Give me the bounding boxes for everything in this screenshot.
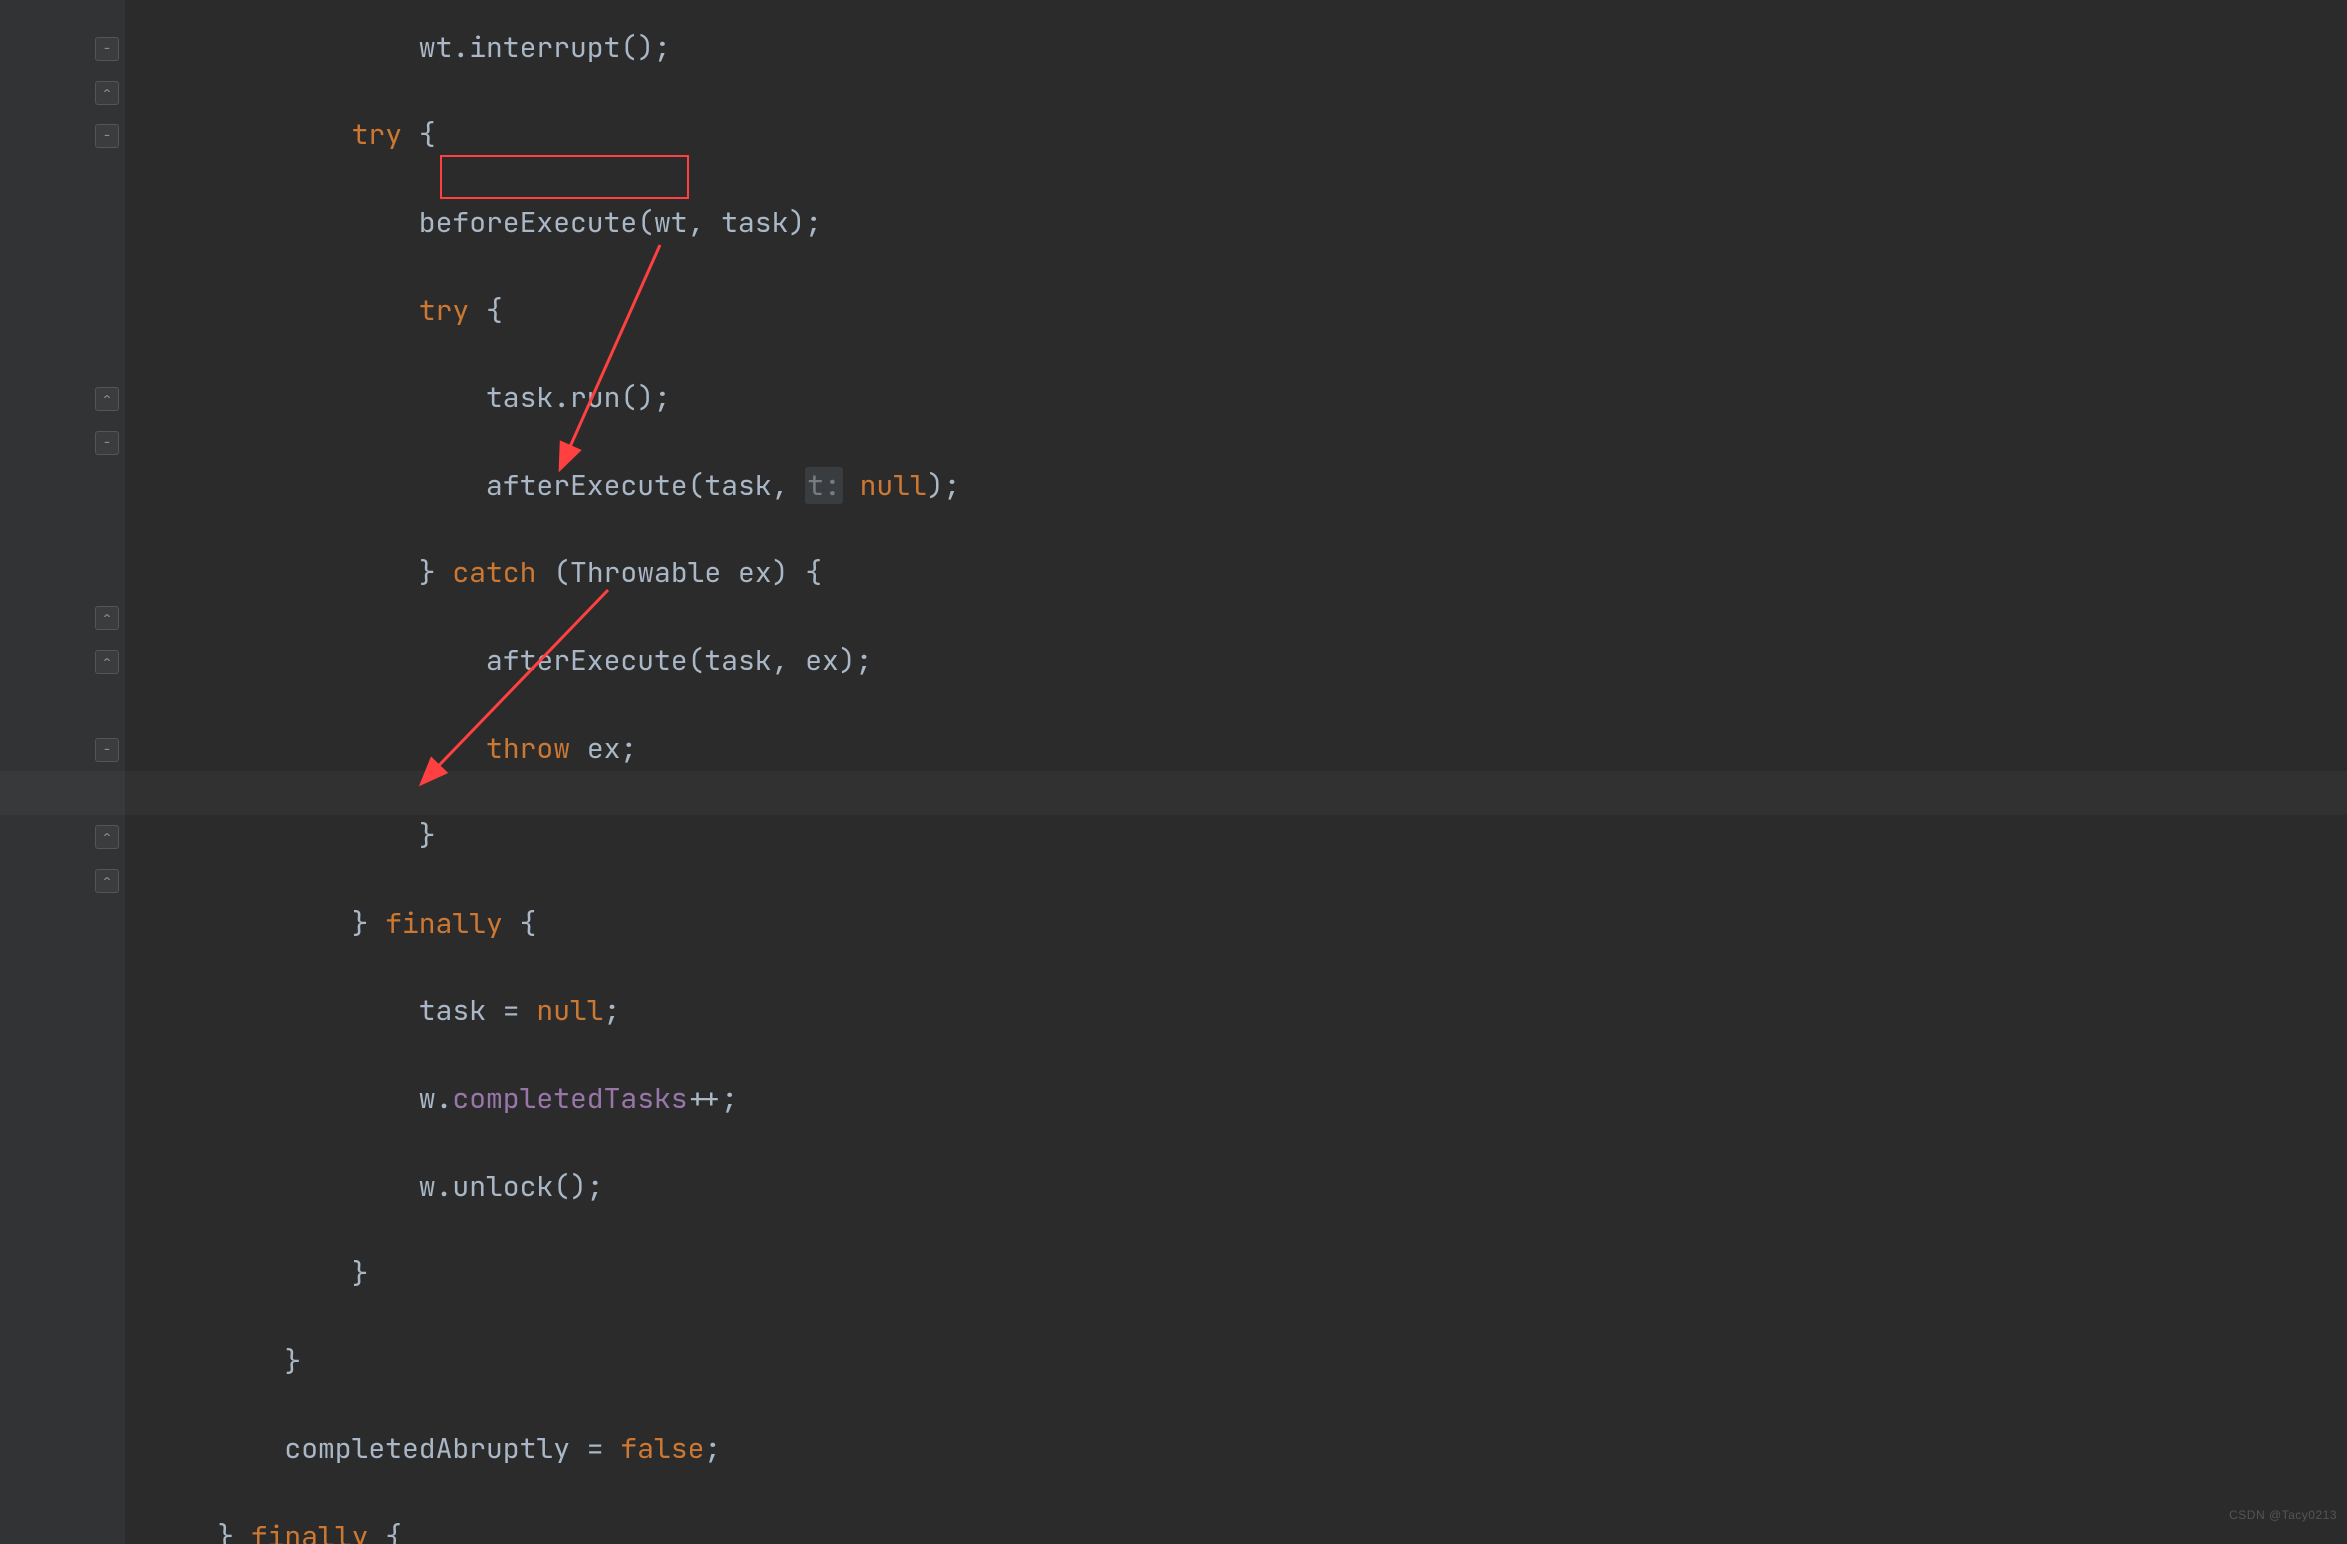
code-line: wt.interrupt(); [150, 26, 960, 70]
code-line: beforeExecute(wt, task); [150, 201, 960, 245]
code-line: } [150, 1340, 960, 1384]
code-text: wt.interrupt(); try { beforeExecute(wt, … [150, 0, 960, 1544]
code-line: } [150, 814, 960, 858]
code-line: task.run(); [150, 376, 960, 420]
fold-icon[interactable]: − [95, 37, 119, 61]
code-line: completedAbruptly = false; [150, 1427, 960, 1471]
code-line: task = null; [150, 989, 960, 1033]
code-line: afterExecute(task, t: null); [150, 464, 960, 508]
fold-icon[interactable]: ⌃ [95, 387, 119, 411]
code-line: } [150, 1252, 960, 1296]
code-line: w.unlock(); [150, 1165, 960, 1209]
fold-icon[interactable]: ⌃ [95, 650, 119, 674]
code-line: try { [150, 289, 960, 333]
code-line: throw ex; [150, 727, 960, 771]
code-line: w.completedTasks++; [150, 1077, 960, 1121]
fold-icon[interactable]: − [95, 738, 119, 762]
fold-icon[interactable]: ⌃ [95, 869, 119, 893]
fold-icon[interactable]: − [95, 431, 119, 455]
code-line: try { [150, 113, 960, 157]
fold-icon[interactable]: ⌃ [95, 81, 119, 105]
code-editor[interactable]: − ⌃ − ⌃ − ⌃ ⌃ − ⌃ ⌃ wt.interrupt(); try … [0, 0, 2347, 1544]
fold-icon[interactable]: − [95, 124, 119, 148]
fold-icon[interactable]: ⌃ [95, 825, 119, 849]
code-line: afterExecute(task, ex); [150, 639, 960, 683]
fold-icon[interactable]: ⌃ [95, 606, 119, 630]
code-line: } finally { [150, 1515, 960, 1544]
code-line: } finally { [150, 902, 960, 946]
watermark: CSDN @Tacy0213 [2229, 1494, 2337, 1538]
code-line: } catch (Throwable ex) { [150, 551, 960, 595]
